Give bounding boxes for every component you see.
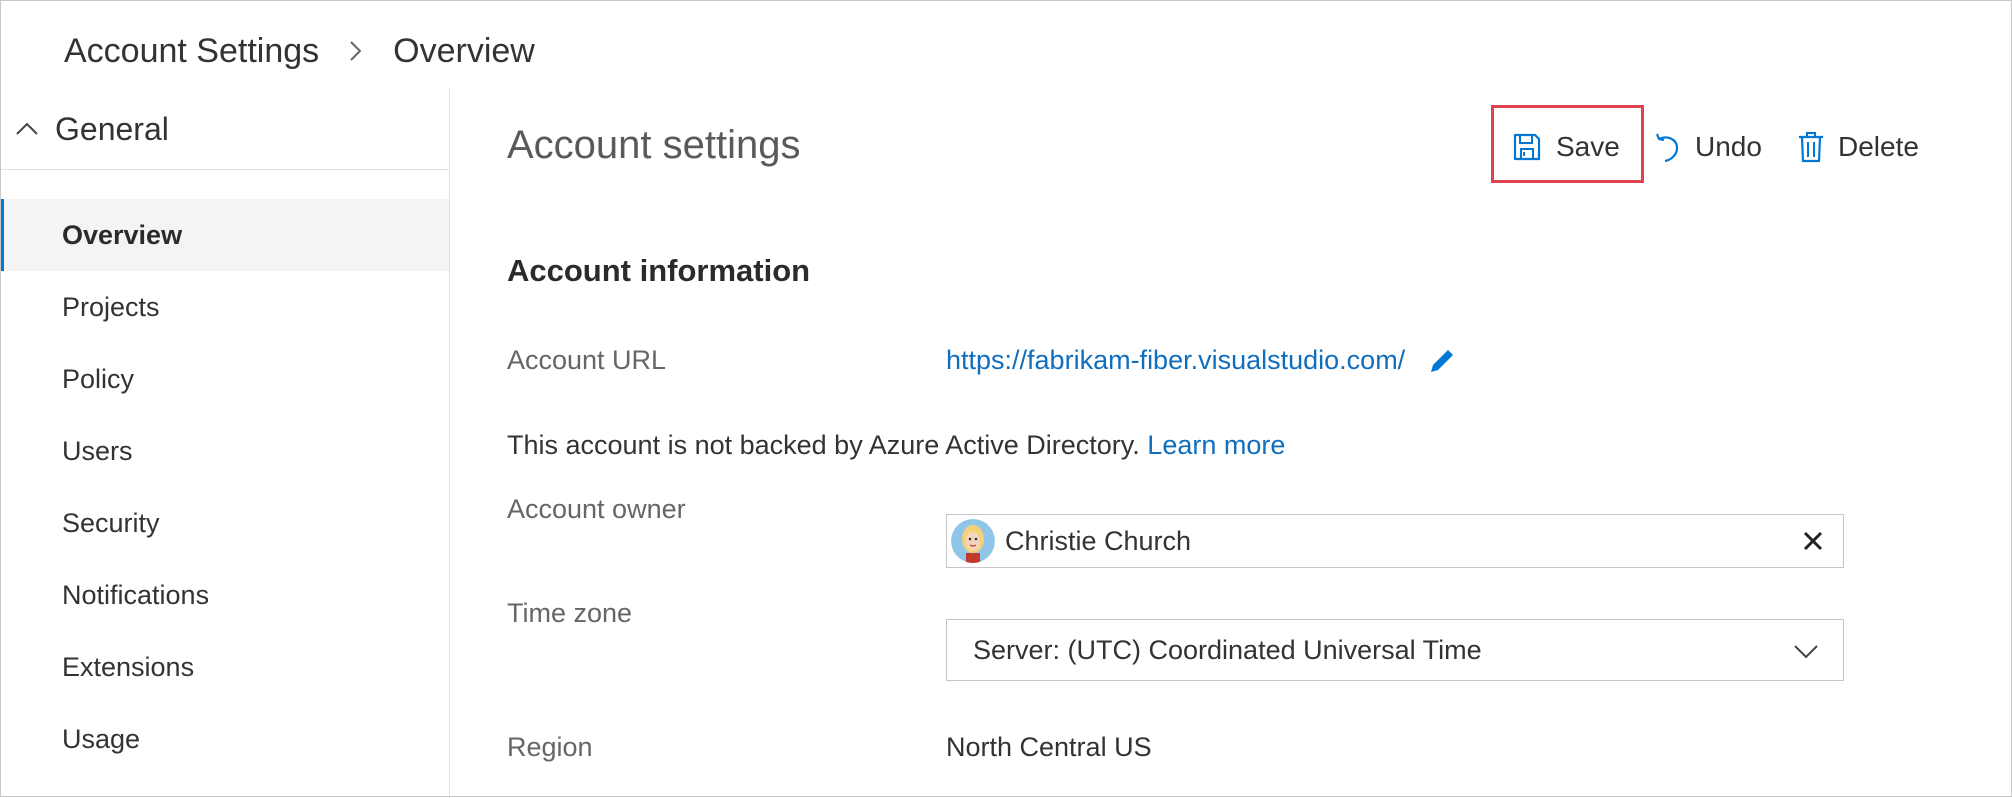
account-url-label: Account URL bbox=[507, 345, 667, 375]
sidebar-item-label: Policy bbox=[62, 363, 135, 394]
sidebar-item-users[interactable]: Users bbox=[1, 415, 449, 487]
undo-label: Undo bbox=[1695, 131, 1762, 162]
sidebar-item-security[interactable]: Security bbox=[1, 487, 449, 559]
page-title: Account settings bbox=[507, 123, 801, 167]
account-owner-field[interactable]: Christie Church bbox=[946, 514, 1844, 568]
main-content: Account settings Save Undo Delete Accoun… bbox=[450, 89, 2011, 798]
aad-notice-text: This account is not backed by Azure Acti… bbox=[507, 430, 1148, 460]
sidebar-item-overview[interactable]: Overview bbox=[1, 199, 449, 271]
save-button[interactable]: Save bbox=[1512, 119, 1620, 175]
close-icon[interactable] bbox=[1799, 527, 1827, 555]
save-icon bbox=[1513, 133, 1541, 161]
sidebar-item-projects[interactable]: Projects bbox=[1, 271, 449, 343]
time-zone-label: Time zone bbox=[507, 598, 633, 628]
region-value: North Central US bbox=[946, 732, 1152, 762]
section-title-account-information: Account information bbox=[507, 253, 811, 288]
sidebar-group-label: General bbox=[55, 110, 169, 147]
sidebar-group-general[interactable]: General bbox=[1, 89, 449, 170]
sidebar-item-extensions[interactable]: Extensions bbox=[1, 631, 449, 703]
sidebar-item-usage[interactable]: Usage bbox=[1, 703, 449, 775]
sidebar-item-label: Overview bbox=[62, 219, 183, 250]
pencil-icon[interactable] bbox=[1427, 346, 1457, 376]
account-settings-window: Account Settings Overview General Overvi… bbox=[0, 0, 2012, 798]
undo-button[interactable]: Undo bbox=[1653, 119, 1762, 175]
time-zone-value: Server: (UTC) Coordinated Universal Time bbox=[973, 634, 1482, 665]
chevron-down-icon bbox=[1794, 645, 1818, 659]
sidebar: General Overview Projects Policy Users S… bbox=[1, 89, 450, 798]
time-zone-select[interactable]: Server: (UTC) Coordinated Universal Time bbox=[946, 619, 1844, 681]
save-label: Save bbox=[1556, 131, 1620, 162]
breadcrumb: Account Settings Overview bbox=[64, 27, 535, 75]
sidebar-item-policy[interactable]: Policy bbox=[1, 343, 449, 415]
trash-icon bbox=[1799, 132, 1823, 163]
sidebar-item-label: Notifications bbox=[62, 579, 210, 610]
aad-notice: This account is not backed by Azure Acti… bbox=[507, 430, 1285, 461]
sidebar-item-label: Extensions bbox=[62, 651, 195, 682]
undo-icon bbox=[1655, 133, 1679, 163]
breadcrumb-root[interactable]: Account Settings bbox=[64, 32, 319, 71]
account-url-value: https://fabrikam-fiber.visualstudio.com/ bbox=[946, 345, 1406, 375]
sidebar-nav: Overview Projects Policy Users Security … bbox=[1, 199, 449, 775]
account-url-link[interactable]: https://fabrikam-fiber.visualstudio.com/ bbox=[946, 345, 1457, 376]
region-label: Region bbox=[507, 732, 593, 762]
sidebar-item-notifications[interactable]: Notifications bbox=[1, 559, 449, 631]
sidebar-item-label: Security bbox=[62, 507, 160, 538]
sidebar-item-label: Usage bbox=[62, 723, 141, 754]
learn-more-link[interactable]: Learn more bbox=[1147, 430, 1285, 460]
delete-label: Delete bbox=[1838, 131, 1919, 162]
account-owner-value: Christie Church bbox=[1005, 525, 1192, 556]
account-owner-label: Account owner bbox=[507, 494, 686, 524]
breadcrumb-current: Overview bbox=[393, 31, 535, 70]
chevron-right-icon bbox=[345, 40, 367, 62]
avatar bbox=[951, 519, 995, 563]
sidebar-item-label: Users bbox=[62, 435, 133, 466]
delete-button[interactable]: Delete bbox=[1798, 119, 1919, 175]
sidebar-item-label: Projects bbox=[62, 291, 160, 322]
chevron-up-icon bbox=[15, 117, 39, 141]
